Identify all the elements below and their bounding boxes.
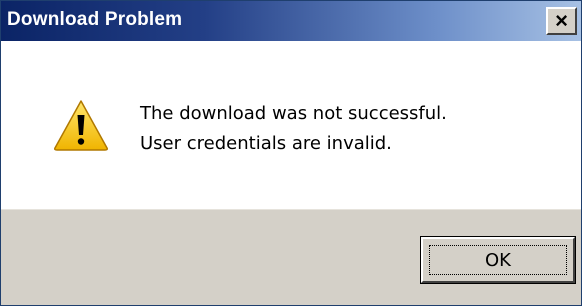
download-problem-dialog: Download Problem × The download was not … xyxy=(0,0,582,306)
button-bar: OK xyxy=(1,210,581,305)
message-line: User credentials are invalid. xyxy=(140,133,392,154)
message-line: The download was not successful. xyxy=(140,103,447,124)
message-text: The download was not successful. User cr… xyxy=(140,99,447,159)
title-bar[interactable]: Download Problem × xyxy=(1,1,581,41)
ok-button[interactable]: OK xyxy=(420,236,576,284)
warning-icon xyxy=(54,100,108,151)
dialog-content: The download was not successful. User cr… xyxy=(1,41,581,209)
close-button[interactable]: × xyxy=(546,7,577,35)
window-title: Download Problem xyxy=(7,9,183,30)
ok-button-label: OK xyxy=(485,249,511,271)
close-icon: × xyxy=(555,8,568,33)
